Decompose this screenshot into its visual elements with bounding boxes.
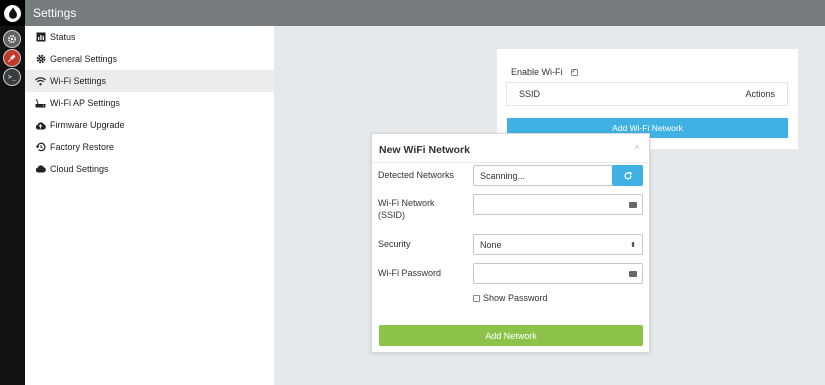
- sidebar-item-cloud-settings[interactable]: Cloud Settings: [25, 158, 274, 180]
- sidebar-item-label: General Settings: [50, 54, 118, 64]
- wifi-icon: [35, 76, 46, 87]
- sidebar-item-general[interactable]: General Settings: [25, 48, 274, 70]
- security-select[interactable]: None ⬍: [473, 234, 643, 255]
- app-rail: >_: [0, 0, 25, 385]
- sidebar-item-status[interactable]: Status: [25, 26, 274, 48]
- close-icon[interactable]: ×: [634, 142, 640, 153]
- ssid-input[interactable]: [473, 194, 643, 215]
- enable-wifi-checkbox[interactable]: ✓: [570, 68, 578, 76]
- detected-networks-label: Detected Networks: [378, 170, 455, 180]
- security-label: Security: [378, 239, 411, 249]
- sidebar-item-label: Wi-Fi Settings: [50, 76, 107, 86]
- cloud-upload-icon: [35, 120, 46, 131]
- new-wifi-network-dialog: New WiFi Network × Detected Networks Sca…: [371, 133, 650, 353]
- keyboard-icon: [629, 270, 637, 277]
- cloud-icon: [35, 164, 46, 175]
- terminal-icon[interactable]: >_: [3, 68, 21, 86]
- refresh-icon: [623, 171, 632, 179]
- pin-icon[interactable]: [3, 49, 21, 67]
- sidebar-item-label: Factory Restore: [50, 142, 115, 152]
- enable-wifi-label: Enable Wi-Fi: [511, 67, 563, 77]
- refresh-networks-button[interactable]: [612, 165, 643, 186]
- add-network-button[interactable]: Add Network: [379, 325, 643, 346]
- settings-sidebar: Status General Settings Wi-Fi Settings W…: [25, 26, 274, 385]
- sidebar-item-label: Status: [50, 32, 76, 42]
- detected-networks-value: Scanning...: [480, 170, 526, 181]
- ssid-column-header: SSID: [519, 89, 541, 99]
- sidebar-item-label: Wi-Fi AP Settings: [50, 98, 120, 108]
- dialog-title: New WiFi Network: [379, 144, 470, 156]
- dialog-divider: [372, 162, 649, 163]
- show-password-label: Show Password: [483, 293, 548, 303]
- bar-chart-icon: [35, 32, 46, 43]
- sidebar-item-firmware[interactable]: Firmware Upgrade: [25, 114, 274, 136]
- drop-logo-icon: [4, 4, 21, 22]
- page-header: Settings: [25, 0, 825, 26]
- ssid-label: Wi-Fi Network (SSID): [378, 198, 435, 220]
- networks-table-header: SSID Actions: [506, 82, 788, 106]
- keyboard-icon: [629, 201, 637, 208]
- sidebar-item-wifi-ap[interactable]: Wi-Fi AP Settings: [25, 92, 274, 114]
- select-arrows-icon: ⬍: [630, 241, 636, 249]
- history-icon: [35, 142, 46, 153]
- sidebar-item-label: Cloud Settings: [50, 164, 109, 174]
- sidebar-item-wifi[interactable]: Wi-Fi Settings: [25, 70, 274, 92]
- show-password-row[interactable]: Show Password: [473, 293, 548, 303]
- enable-wifi-row: Enable Wi-Fi ✓: [511, 67, 578, 77]
- actions-column-header: Actions: [745, 89, 775, 99]
- router-icon: [35, 98, 46, 109]
- app-logo[interactable]: [0, 0, 25, 26]
- wifi-password-input[interactable]: [473, 263, 643, 284]
- show-password-checkbox[interactable]: [473, 294, 480, 302]
- settings-gear-icon[interactable]: [3, 30, 21, 48]
- security-value: None: [480, 239, 502, 250]
- page-title: Settings: [33, 6, 77, 20]
- sidebar-item-label: Firmware Upgrade: [50, 120, 125, 130]
- wifi-password-label: Wi-Fi Password: [378, 268, 442, 278]
- gear-icon: [35, 54, 46, 65]
- sidebar-item-factory-restore[interactable]: Factory Restore: [25, 136, 274, 158]
